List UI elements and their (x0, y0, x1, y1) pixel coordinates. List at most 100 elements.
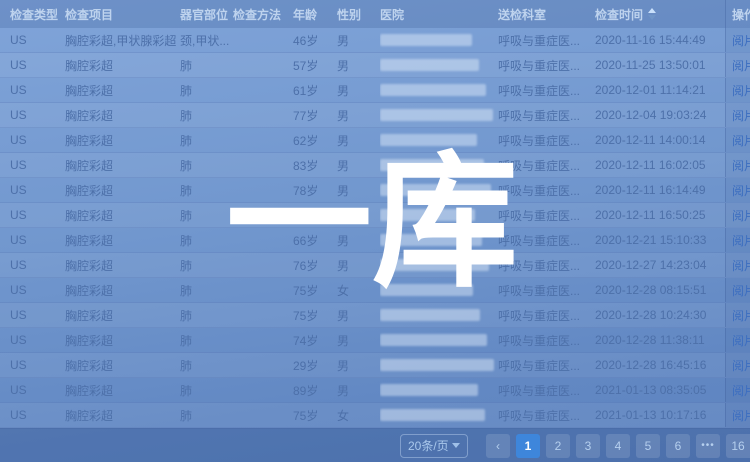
page-button-2[interactable]: 2 (546, 434, 570, 458)
cell-type: US (0, 378, 65, 402)
table-row[interactable]: US胸腔彩超,甲状腺彩超颈,甲状...46岁男呼吸与重症医...2020-11-… (0, 28, 750, 53)
cell-action: 阅片 (725, 328, 750, 352)
cell-age: 75岁 (293, 403, 337, 427)
redacted-hospital-name (380, 384, 478, 396)
view-images-link[interactable]: 阅片 (732, 357, 750, 374)
view-images-link[interactable]: 阅片 (732, 257, 750, 274)
cell-gender: 男 (337, 328, 380, 352)
column-header-label: 检查类型 (10, 6, 58, 23)
view-images-link[interactable]: 阅片 (732, 82, 750, 99)
sort-descending-icon[interactable] (648, 15, 656, 20)
page-size-value: 20条/页 (408, 437, 449, 454)
cell-time: 2020-12-27 14:23:04 (595, 253, 725, 277)
page-button-last[interactable]: 16 (726, 434, 750, 458)
cell-type: US (0, 178, 65, 202)
cell-organ: 肺 (180, 128, 233, 152)
page-button-5[interactable]: 5 (636, 434, 660, 458)
cell-organ: 肺 (180, 278, 233, 302)
table-row[interactable]: US胸腔彩超肺83岁男呼吸与重症医...2020-12-11 16:02:05阅… (0, 153, 750, 178)
table-row[interactable]: US胸腔彩超肺76岁男呼吸与重症医...2020-12-27 14:23:04阅… (0, 253, 750, 278)
cell-item: 胸腔彩超 (65, 353, 180, 377)
cell-gender: 男 (337, 178, 380, 202)
cell-time: 2020-12-04 19:03:24 (595, 103, 725, 127)
view-images-link[interactable]: 阅片 (732, 157, 750, 174)
view-images-link[interactable]: 阅片 (732, 132, 750, 149)
table-row[interactable]: US胸腔彩超肺89岁男呼吸与重症医...2021-01-13 08:35:05阅… (0, 378, 750, 403)
cell-action: 阅片 (725, 228, 750, 252)
table-row[interactable]: US胸腔彩超肺75岁男呼吸与重症医...2020-12-28 10:24:30阅… (0, 303, 750, 328)
table-row[interactable]: US胸腔彩超肺66岁男呼吸与重症医...2020-12-21 15:10:33阅… (0, 228, 750, 253)
view-images-link[interactable]: 阅片 (732, 407, 750, 424)
cell-hospital (380, 278, 498, 302)
more-pages-button[interactable]: ••• (696, 434, 720, 458)
cell-type: US (0, 353, 65, 377)
cell-type: US (0, 53, 65, 77)
column-header-label: 性别 (337, 6, 361, 23)
cell-dept: 呼吸与重症医... (498, 78, 595, 102)
cell-dept: 呼吸与重症医... (498, 303, 595, 327)
page-size-select[interactable]: 20条/页 (400, 434, 468, 458)
redacted-hospital-name (380, 34, 472, 46)
cell-gender: 男 (337, 303, 380, 327)
table-row[interactable]: US胸腔彩超肺75岁女呼吸与重症医...2021-01-13 10:17:16阅… (0, 403, 750, 428)
cell-dept: 呼吸与重症医... (498, 28, 595, 52)
cell-time: 2020-12-11 16:02:05 (595, 153, 725, 177)
redacted-hospital-name (380, 109, 493, 121)
cell-organ: 肺 (180, 228, 233, 252)
cell-method (233, 28, 293, 52)
table-row[interactable]: US胸腔彩超肺75岁女呼吸与重症医...2020-12-28 08:15:51阅… (0, 278, 750, 303)
redacted-hospital-name (380, 259, 489, 271)
prev-page-button[interactable]: ‹ (486, 434, 510, 458)
view-images-link[interactable]: 阅片 (732, 382, 750, 399)
cell-action: 阅片 (725, 53, 750, 77)
cell-organ: 肺 (180, 103, 233, 127)
cell-time: 2020-12-11 14:00:14 (595, 128, 725, 152)
cell-dept: 呼吸与重症医... (498, 128, 595, 152)
cell-type: US (0, 303, 65, 327)
sort-ascending-icon[interactable] (648, 8, 656, 13)
view-images-link[interactable]: 阅片 (732, 207, 750, 224)
column-header-time[interactable]: 检查时间 (595, 0, 725, 28)
page-button-1[interactable]: 1 (516, 434, 540, 458)
cell-method (233, 303, 293, 327)
cell-hospital (380, 403, 498, 427)
view-images-link[interactable]: 阅片 (732, 182, 750, 199)
table-row[interactable]: US胸腔彩超肺77岁男呼吸与重症医...2020-12-04 19:03:24阅… (0, 103, 750, 128)
view-images-link[interactable]: 阅片 (732, 307, 750, 324)
cell-organ: 肺 (180, 203, 233, 227)
view-images-link[interactable]: 阅片 (732, 332, 750, 349)
cell-gender: 男 (337, 228, 380, 252)
cell-item: 胸腔彩超 (65, 378, 180, 402)
page-button-4[interactable]: 4 (606, 434, 630, 458)
table-row[interactable]: US胸腔彩超肺74岁男呼吸与重症医...2020-12-28 11:38:11阅… (0, 328, 750, 353)
table-row[interactable]: US胸腔彩超肺57岁男呼吸与重症医...2020-11-25 13:50:01阅… (0, 53, 750, 78)
sort-carets-icon[interactable] (648, 8, 656, 20)
cell-gender: 女 (337, 403, 380, 427)
redacted-hospital-name (380, 159, 484, 171)
cell-type: US (0, 228, 65, 252)
cell-gender: 男 (337, 103, 380, 127)
view-images-link[interactable]: 阅片 (732, 282, 750, 299)
table-row[interactable]: US胸腔彩超肺78岁男呼吸与重症医...2020-12-11 16:14:49阅… (0, 178, 750, 203)
view-images-link[interactable]: 阅片 (732, 232, 750, 249)
cell-organ: 肺 (180, 353, 233, 377)
cell-hospital (380, 303, 498, 327)
cell-time: 2020-12-28 08:15:51 (595, 278, 725, 302)
cell-hospital (380, 103, 498, 127)
table-row[interactable]: US胸腔彩超肺61岁男呼吸与重症医...2020-12-01 11:14:21阅… (0, 78, 750, 103)
cell-age: 83岁 (293, 153, 337, 177)
cell-action: 阅片 (725, 128, 750, 152)
table-row[interactable]: US胸腔彩超肺29岁男呼吸与重症医...2020-12-28 16:45:16阅… (0, 353, 750, 378)
page-button-3[interactable]: 3 (576, 434, 600, 458)
page-button-6[interactable]: 6 (666, 434, 690, 458)
cell-age: 78岁 (293, 178, 337, 202)
view-images-link[interactable]: 阅片 (732, 107, 750, 124)
table-row[interactable]: US胸腔彩超肺62岁男呼吸与重症医...2020-12-11 14:00:14阅… (0, 128, 750, 153)
view-images-link[interactable]: 阅片 (732, 57, 750, 74)
table-row[interactable]: US胸腔彩超肺76岁女呼吸与重症医...2020-12-11 16:50:25阅… (0, 203, 750, 228)
cell-age: 76岁 (293, 253, 337, 277)
column-header-label: 检查方法 (233, 6, 281, 23)
view-images-link[interactable]: 阅片 (732, 32, 750, 49)
redacted-hospital-name (380, 334, 487, 346)
cell-gender: 男 (337, 128, 380, 152)
